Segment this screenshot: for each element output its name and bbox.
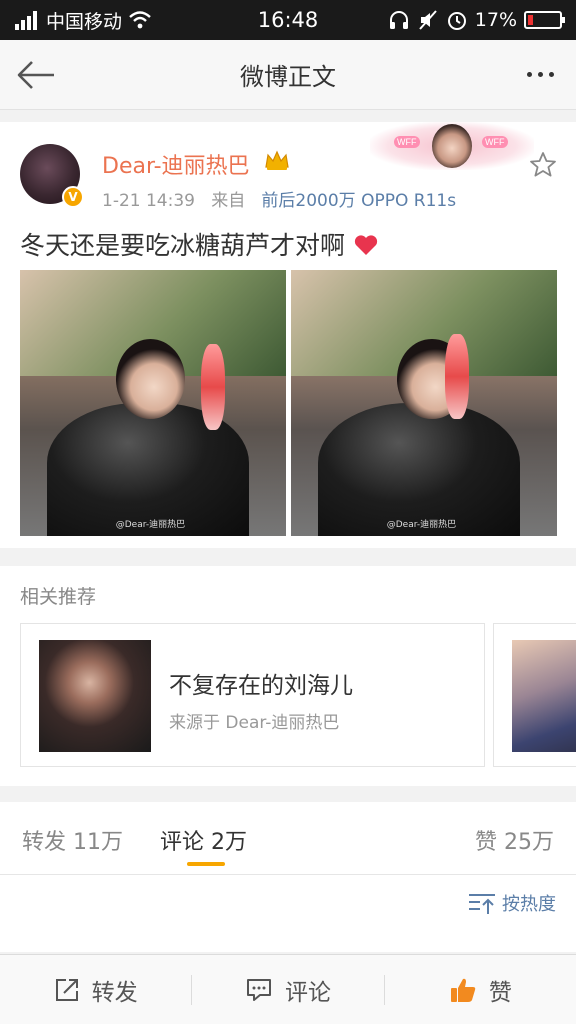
- recommendation-source: 来源于 Dear-迪丽热巴: [169, 713, 340, 733]
- verified-badge-icon: V: [62, 186, 84, 208]
- repost-button[interactable]: 转发: [0, 955, 191, 1024]
- like-button[interactable]: 赞: [385, 955, 576, 1024]
- heart-icon: [354, 235, 378, 255]
- arrow-left-icon: [17, 60, 54, 89]
- banner-portrait: [432, 124, 472, 168]
- sort-icon: [469, 894, 495, 914]
- star-icon[interactable]: [528, 150, 558, 180]
- tab-repost-count: 11万: [73, 830, 124, 855]
- tab-repost-label: 转发: [22, 830, 67, 855]
- tab-like[interactable]: 赞 25万: [475, 824, 554, 856]
- post-time: 1-21 14:39: [102, 191, 195, 211]
- crown-icon: [265, 150, 289, 170]
- recommendation-card[interactable]: 不复存在的刘海儿 来源于 Dear-迪丽热巴: [20, 623, 485, 767]
- status-bar: 中国移动 16:48 17%: [0, 0, 576, 40]
- username[interactable]: Dear-迪丽热巴: [102, 148, 250, 180]
- recommendation-name: 不复存在的刘海儿: [169, 673, 353, 699]
- wifi-icon: [129, 11, 151, 29]
- comment-icon: [246, 978, 271, 1001]
- photo-candied-haws: [200, 344, 225, 430]
- from-label: 来自: [211, 191, 246, 211]
- recommendation-card[interactable]: [493, 623, 576, 767]
- post-photo[interactable]: @Dear-迪丽热巴: [20, 270, 286, 536]
- photo-watermark: @Dear-迪丽热巴: [386, 520, 457, 530]
- banner-tag: WFF: [394, 136, 420, 148]
- mute-icon: [419, 10, 437, 30]
- tab-comment[interactable]: 评论 2万: [160, 824, 247, 856]
- carrier-name: 中国移动: [46, 10, 123, 33]
- photo-face: [115, 339, 185, 419]
- page-title: 微博正文: [240, 63, 336, 91]
- divider: [0, 874, 576, 875]
- related-recommendations: 相关推荐 不复存在的刘海儿 来源于 Dear-迪丽热巴: [0, 566, 576, 786]
- battery-level: [528, 15, 534, 25]
- photo-watermark: @Dear-迪丽热巴: [115, 520, 186, 530]
- alarm-icon: [447, 12, 466, 30]
- sort-label: 按热度: [502, 894, 556, 915]
- share-icon: [55, 978, 78, 1001]
- post-source[interactable]: 前后2000万 OPPO R11s: [261, 191, 456, 211]
- comment-label: 评论: [284, 979, 331, 1006]
- more-dot-icon: [537, 72, 543, 77]
- post-photo[interactable]: @Dear-迪丽热巴: [291, 270, 557, 536]
- status-left: 中国移动: [14, 7, 197, 34]
- repost-label: 转发: [91, 979, 138, 1006]
- bottom-action-bar: 转发 评论 赞: [0, 954, 576, 1024]
- photo-candied-haws: [445, 333, 470, 419]
- post-meta: 1-21 14:39 来自 前后2000万 OPPO R11s: [102, 186, 456, 211]
- like-label: 赞: [488, 979, 512, 1006]
- interaction-tabs: 转发 11万 评论 2万 赞 25万 按热度: [0, 802, 576, 952]
- post-text-content: 冬天还是要吃冰糖葫芦才对啊: [20, 231, 346, 260]
- tab-comment-label: 评论: [160, 830, 205, 855]
- tab-like-count: 25万: [504, 830, 554, 855]
- more-button[interactable]: [504, 40, 576, 110]
- tab-repost[interactable]: 转发 11万: [22, 824, 123, 856]
- thumbs-up-icon: [450, 978, 476, 1002]
- sort-by-hot-button[interactable]: 按热度: [468, 890, 556, 916]
- back-button[interactable]: [0, 40, 72, 110]
- more-dot-icon: [548, 72, 554, 77]
- recommendation-thumbnail: [39, 640, 151, 752]
- recommendation-thumbnail: [512, 640, 576, 752]
- battery-icon: [524, 11, 566, 29]
- status-right: 17%: [379, 9, 566, 31]
- clock: 16:48: [257, 8, 319, 32]
- battery-percent: 17%: [474, 9, 518, 31]
- weibo-post: WFF WFF V Dear-迪丽热巴 1-21 14:39 来自 前后2000…: [0, 122, 576, 548]
- more-dot-icon: [526, 72, 532, 77]
- active-tab-indicator: [187, 862, 225, 866]
- banner-tag: WFF: [482, 136, 508, 148]
- tab-comment-count: 2万: [211, 830, 248, 855]
- comment-button[interactable]: 评论: [192, 955, 383, 1024]
- post-text: 冬天还是要吃冰糖葫芦才对啊: [20, 226, 379, 262]
- section-title: 相关推荐: [20, 586, 97, 608]
- user-banner-decoration: WFF WFF: [370, 122, 534, 170]
- signal-icon: [15, 11, 37, 30]
- nav-bar: 微博正文: [0, 40, 576, 110]
- headphones-icon: [389, 11, 408, 29]
- tab-like-label: 赞: [474, 830, 497, 855]
